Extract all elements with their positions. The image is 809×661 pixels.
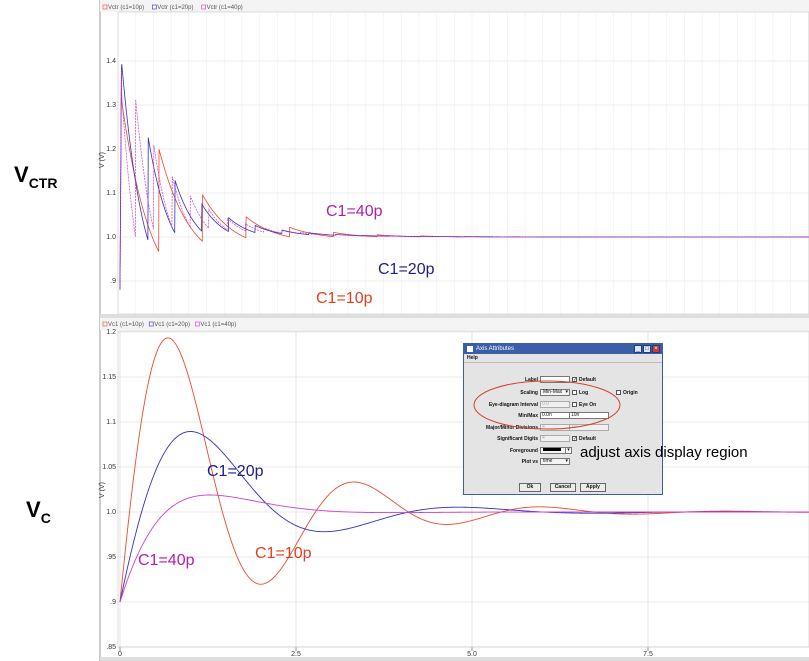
top-plot-panel: Vctr (c1=10p) Vctr (c1=20p) Vctr (c1=40p) … [99,0,809,320]
window-app-icon [467,346,473,352]
x-tick-label: 7.5 [643,651,653,658]
menu-help[interactable]: Help [467,355,478,361]
bottom-ylabel: V (V) [99,482,106,498]
scaling-label: Scaling [520,390,538,396]
scaling-select[interactable]: Min-Max ▾ [540,389,570,396]
row-divisions: Major/Minor Divisions 4 10 [464,424,664,434]
foreground-swatch [543,448,561,452]
dialog-menubar: Help [464,354,662,363]
y-tick-label: 1.0 [106,509,116,516]
foreground-label: Foreground [509,448,538,454]
y-tick-label: .9 [110,599,116,606]
cancel-button[interactable]: Cancel [550,483,576,492]
dialog-title: Axis Attributes [476,346,515,352]
minimize-icon[interactable]: _ [634,345,642,353]
legend-entry: Vc1 (c1=40p) [200,322,236,328]
bottom-plot-panel: Vc1 (c1=10p) Vc1 (c1=20p) Vc1 (c1=40p) V (… [99,318,809,661]
y-tick-label: 1.2 [106,329,116,336]
row-eye-interval: Eye-diagram Interval 0.0 Eye On [464,401,664,411]
legend-entry: Vctr (c1=10p) [108,5,144,11]
legend-entry: Vctr (c1=20p) [157,5,193,11]
minor-divisions-input[interactable]: 10 [569,424,609,431]
y-tick-label: 1.1 [106,190,116,197]
y-tick-label: 1.2 [106,146,116,153]
annotation-bottom-c1-40p: C1=40p [138,552,195,569]
dialog-note: adjust axis display region [580,444,748,461]
y-tick-label: 1.0 [106,234,116,241]
log-checkbox[interactable] [572,390,577,395]
y-tick-label: 1.1 [106,419,116,426]
row-label: Label ✓ Default [464,376,664,386]
chevron-down-icon: ▾ [567,447,570,453]
axis-attributes-dialog: Axis Attributes _ □ × Help Label ✓ Defau… [463,343,663,495]
max-input[interactable]: 10n [569,412,609,419]
y-tick-label: 1.05 [102,464,116,471]
digits-default-text: Default [579,436,596,442]
bottom-x-ticks: 0 2.5 5.0 7.5 [118,647,653,658]
annotation-bottom-c1-10p: C1=10p [255,545,312,562]
digits-input[interactable]: 4 [540,435,570,442]
dialog-titlebar[interactable]: Axis Attributes _ □ × [464,344,662,354]
label-default-text: Default [579,377,596,383]
origin-checkbox[interactable] [616,390,621,395]
digits-label: Significant Digits [497,436,538,442]
waveform-chart: Vctr (c1=10p) Vctr (c1=20p) Vctr (c1=40p) … [99,0,809,661]
close-icon[interactable]: × [652,345,660,353]
legend-entry: Vc1 (c1=20p) [154,322,190,328]
major-divisions-input[interactable]: 4 [540,424,570,431]
top-ylabel: V (V) [99,152,106,168]
maximize-icon[interactable]: □ [643,345,651,353]
origin-text: Origin [623,390,638,396]
top-legend: Vctr (c1=10p) Vctr (c1=20p) Vctr (c1=40p) [102,4,243,11]
scaling-value: Min-Max [543,389,563,395]
eye-interval-input[interactable]: 0.0 [540,401,570,408]
label-default-checkbox[interactable]: ✓ [572,377,577,383]
x-tick-label: 0 [118,651,122,658]
eye-interval-label: Eye-diagram Interval [488,402,538,408]
x-tick-label: 5.0 [467,651,477,658]
ok-button[interactable]: Ok [519,483,541,492]
divisions-label: Major/Minor Divisions [486,425,538,431]
plotvs-value: time [543,458,553,464]
legend-entry: Vc1 (c1=10p) [108,322,144,328]
eye-on-text: Eye On [579,402,597,408]
chevron-down-icon: ▾ [565,389,568,395]
label-label: Label [524,377,538,383]
y-tick-label: .95 [106,554,116,561]
chevron-down-icon: ▾ [565,458,568,464]
legend-entry: Vctr (c1=40p) [207,5,243,11]
min-input[interactable]: 0.0n [540,412,570,419]
annotation-top-c1-10p: C1=10p [316,290,373,307]
annotation-bottom-c1-20p: C1=20p [207,463,264,480]
y-tick-label: 1.3 [106,102,116,109]
log-text: Log [579,390,589,396]
x-tick-label: 2.5 [291,651,301,658]
plotvs-label: Plot vs [521,459,538,465]
bottom-legend: Vc1 (c1=10p) Vc1 (c1=20p) Vc1 (c1=40p) [102,321,236,328]
y-tick-label: 1.4 [106,58,116,65]
row-scaling: Scaling Min-Max ▾ Log Origin [464,389,664,399]
annotation-top-c1-40p: C1=40p [326,203,383,220]
y-tick-label: 1.15 [102,374,116,381]
label-input[interactable] [540,376,570,383]
bottom-scrollbar[interactable] [100,657,809,661]
y-tick-label: .85 [106,644,116,651]
foreground-select[interactable] [540,447,566,454]
annotation-top-c1-20p: C1=20p [378,261,435,278]
plotvs-select[interactable]: time ▾ [540,458,570,465]
foreground-dropdown[interactable]: ▾ [565,447,572,454]
y-tick-label: .9 [110,278,116,285]
minmax-label: Min/Max [518,413,538,419]
eye-on-checkbox[interactable] [572,402,577,407]
row-minmax: Min/Max 0.0n 10n [464,412,664,422]
digits-default-checkbox[interactable]: ✓ [572,436,577,442]
panel-separator[interactable] [100,314,809,318]
apply-button[interactable]: Apply [580,483,606,492]
